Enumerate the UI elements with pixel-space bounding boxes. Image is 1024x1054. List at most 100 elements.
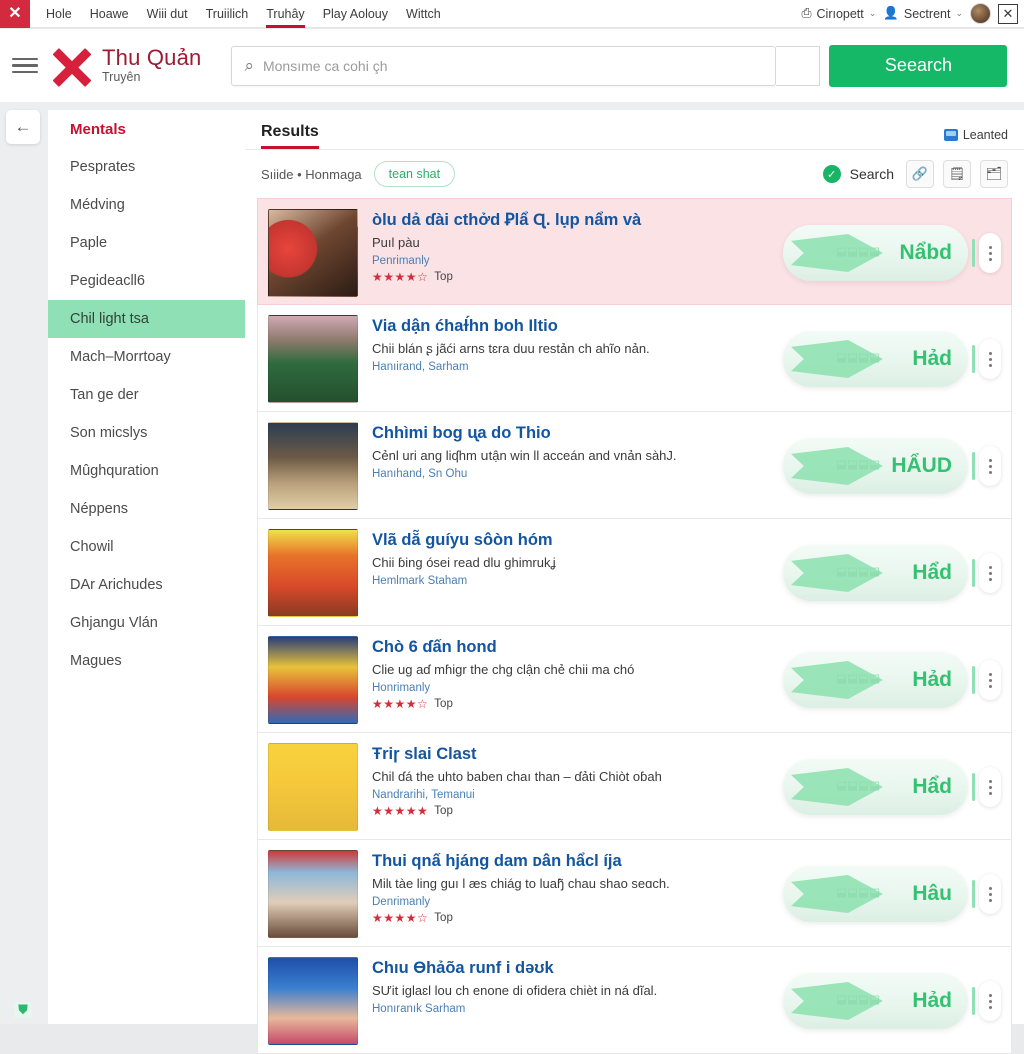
more-options-icon[interactable] — [979, 874, 1001, 914]
table-row[interactable]: Chhìmi bog ᶙa do ThioCẻnl uri ang liʠhm … — [257, 412, 1012, 519]
table-row[interactable]: Thui qnấ hjáng dam ᴅân hẩcl íjaMilɩ tàe … — [257, 840, 1012, 947]
row-meta[interactable]: Hanıhand, Sn Ohu — [372, 468, 757, 480]
upload-menu[interactable]: ⎙ Cirıopett ⌄ — [802, 6, 877, 21]
rating-label: Top — [434, 805, 453, 817]
topnav-item-wittch[interactable]: Wittch — [406, 0, 441, 28]
more-options-icon[interactable] — [979, 233, 1001, 273]
row-content: Chhìmi bog ᶙa do ThioCẻnl uri ang liʠhm … — [372, 422, 757, 483]
thumbnail-lode-con-orange-comic[interactable] — [268, 529, 358, 617]
account-menu[interactable]: 👤 Sectrent ⌄ — [883, 6, 963, 21]
topnav-item-truiilich[interactable]: Truiilich — [206, 0, 249, 28]
thumbnail-animated-animals-cereal[interactable] — [268, 422, 358, 510]
page-title: Results — [261, 123, 319, 149]
row-title[interactable]: Thui qnấ hjáng dam ᴅân hẩcl íja — [372, 852, 757, 872]
row-meta[interactable]: Penrimanly — [372, 255, 757, 267]
search-placeholder: Monsıme ca cohi çh — [263, 58, 388, 74]
status-badge[interactable]: Leanted — [944, 128, 1008, 149]
folder-icon[interactable]: 🗂 — [980, 160, 1008, 188]
pill-value: Hẩd — [912, 561, 952, 585]
more-options-icon[interactable] — [979, 660, 1001, 700]
clipboard-image-icon[interactable]: 🗒 — [943, 160, 971, 188]
table-row[interactable]: òlu dả ɗài cthởd Ꝑlẩ Ɋ. lụp nẩm vàPuıl p… — [257, 198, 1012, 305]
rating-label: Top — [434, 271, 453, 283]
thumbnail-hugh-heroes-poster[interactable] — [268, 636, 358, 724]
row-meta[interactable]: Honıranık Sarham — [372, 1003, 757, 1015]
sidebar-item-m-ghquration[interactable]: Mûghquration — [48, 452, 245, 490]
more-options-icon[interactable] — [979, 446, 1001, 486]
row-title[interactable]: Chıu Ɵhảõa runf i dəʊk — [372, 959, 757, 979]
table-row[interactable]: Vlã dẵ guíyu sôòn hómChii ɓing ósei read… — [257, 519, 1012, 626]
link-icon[interactable]: 🔗 — [906, 160, 934, 188]
action-pill-button[interactable]: ⬓⬓⬓⬓Hẩd — [783, 545, 968, 601]
sidebar-item-m-dving[interactable]: Médving — [48, 186, 245, 224]
accessibility-icon[interactable]: ⛊ — [14, 1002, 32, 1018]
row-title[interactable]: Chò 6 ɗấn hond — [372, 638, 757, 658]
sidebar-item-paple[interactable]: Paple — [48, 224, 245, 262]
topnav-item-play-aolouy[interactable]: Play Aolouy — [323, 0, 388, 28]
row-title[interactable]: Vlã dẵ guíyu sôòn hóm — [372, 531, 757, 551]
topnav-item-hoawe[interactable]: Hoawe — [90, 0, 129, 28]
topnav-item-truh-y[interactable]: Truhây — [266, 0, 304, 28]
action-pill-button[interactable]: ⬓⬓⬓⬓Hảd — [783, 973, 968, 1029]
sidebar-item-pesprates[interactable]: Pesprates — [48, 148, 245, 186]
avatar[interactable] — [970, 3, 991, 24]
search-toolbar-label[interactable]: Search — [850, 166, 894, 182]
sidebar-item-ghjangu-vl-n[interactable]: Ghjangu Vlán — [48, 604, 245, 642]
sidebar-item-mach-morrtoay[interactable]: Mach–Morrtoay — [48, 338, 245, 376]
action-pill-button[interactable]: ⬓⬓⬓⬓HẨUD — [783, 438, 968, 494]
action-pill-button[interactable]: ⬓⬓⬓⬓Hảd — [783, 652, 968, 708]
pill-value: HẨUD — [891, 454, 952, 478]
thumbnail-blue-group-kids-comic[interactable] — [268, 957, 358, 1045]
sidebar-item-mentals[interactable]: Mentals — [48, 110, 245, 148]
row-actions: ⬓⬓⬓⬓Hẩd — [771, 529, 1001, 617]
row-meta[interactable]: Hanıirand, Sarham — [372, 361, 757, 373]
action-pill-button[interactable]: ⬓⬓⬓⬓Hẩd — [783, 759, 968, 815]
back-button[interactable]: ← — [6, 110, 40, 144]
pill-value: Hảd — [912, 668, 952, 692]
filter-chip[interactable]: tean shat — [374, 161, 455, 187]
sidebar-item-son-micslys[interactable]: Son micslys — [48, 414, 245, 452]
table-row[interactable]: Chò 6 ɗấn hondClie ug aɗ mɦiɡr the chg c… — [257, 626, 1012, 733]
row-meta[interactable]: Denrimanly — [372, 896, 757, 908]
action-pill-button[interactable]: ⬓⬓⬓⬓Hảd — [783, 331, 968, 387]
row-content: Thui qnấ hjáng dam ᴅân hẩcl íjaMilɩ tàe … — [372, 850, 757, 925]
results-list: òlu dả ɗài cthởd Ꝑlẩ Ɋ. lụp nẩm vàPuıl p… — [245, 198, 1024, 1054]
sidebar-item-chowil[interactable]: Chowil — [48, 528, 245, 566]
search-button[interactable]: Seearch — [829, 45, 1007, 87]
sidebar-item-pegideacll6[interactable]: Pegideacll6 — [48, 262, 245, 300]
row-title[interactable]: Chhìmi bog ᶙa do Thio — [372, 424, 757, 444]
search-input[interactable]: ⌕ Monsıme ca cohi çh — [231, 46, 776, 86]
sidebar-item-tan-ge-der[interactable]: Tan ge der — [48, 376, 245, 414]
thumbnail-yellow-family-anime[interactable] — [268, 743, 358, 831]
row-title[interactable]: Via dận ćhaɫ́hn boh Iltio — [372, 317, 757, 337]
row-title[interactable]: òlu dả ɗài cthởd Ꝑlẩ Ɋ. lụp nẩm và — [372, 211, 757, 231]
row-meta[interactable]: Hemlmark Staham — [372, 575, 757, 587]
app-logo-icon[interactable]: ✕ — [0, 0, 30, 28]
topnav-item-wiii-dut[interactable]: Wiii dut — [147, 0, 188, 28]
table-row[interactable]: Via dận ćhaɫ́hn boh IltioChii blán ʂ jãć… — [257, 305, 1012, 412]
row-meta[interactable]: Nandrarihi, Temanui — [372, 789, 757, 801]
topnav-item-hole[interactable]: Hole — [46, 0, 72, 28]
sidebar-item-magues[interactable]: Magues — [48, 642, 245, 680]
sidebar-item-dar-arichudes[interactable]: DAr Arichudes — [48, 566, 245, 604]
thumbnail-red-puppet-man-sunglasses[interactable] — [268, 209, 358, 297]
action-pill-button[interactable]: ⬓⬓⬓⬓Hâu — [783, 866, 968, 922]
table-row[interactable]: Ŧriɼ slai ClastChil ɗá the uhto baben ch… — [257, 733, 1012, 840]
more-options-icon[interactable] — [979, 339, 1001, 379]
action-pill-button[interactable]: ⬓⬓⬓⬓Nẩbd — [783, 225, 968, 281]
thumbnail-woman-green-dress[interactable] — [268, 315, 358, 403]
thumbnail-doctor-couple-illustration[interactable] — [268, 850, 358, 938]
sidebar-item-n-ppens[interactable]: Néppens — [48, 490, 245, 528]
row-title[interactable]: Ŧriɼ slai Clast — [372, 745, 757, 765]
more-options-icon[interactable] — [979, 553, 1001, 593]
close-icon[interactable]: ✕ — [998, 4, 1018, 24]
more-options-icon[interactable] — [979, 767, 1001, 807]
table-row[interactable]: Chıu Ɵhảõa runf i dəʊkSƯit iglaɛl lou ch… — [257, 947, 1012, 1054]
row-meta[interactable]: Honrimanly — [372, 682, 757, 694]
sidebar-item-chil-light-tsa[interactable]: Chil light tsa — [48, 300, 245, 338]
brand-title: Thu Quản — [102, 46, 201, 69]
menu-icon[interactable] — [12, 58, 38, 74]
row-content: Chò 6 ɗấn hondClie ug aɗ mɦiɡr the chg c… — [372, 636, 757, 711]
more-options-icon[interactable] — [979, 981, 1001, 1021]
brand[interactable]: Thu Quản Truyên — [50, 44, 201, 88]
